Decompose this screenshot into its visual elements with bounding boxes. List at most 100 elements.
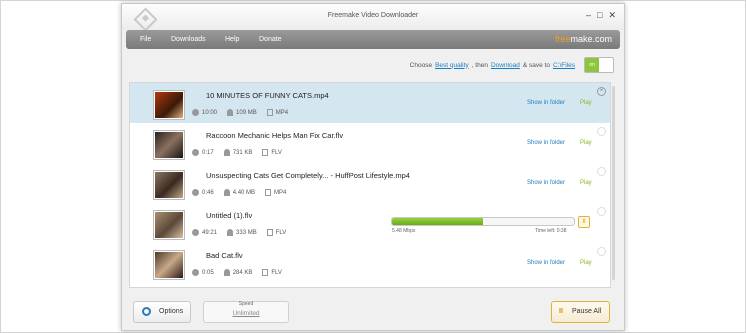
action-link[interactable]: Download (491, 62, 520, 69)
speed-value[interactable]: Unlimited (204, 310, 288, 317)
format-icon (265, 189, 272, 196)
maximize-button[interactable]: □ (597, 10, 602, 20)
pause-all-label: Pause All (572, 308, 602, 315)
minimize-button[interactable]: – (586, 10, 591, 20)
options-button[interactable]: Options (133, 301, 191, 323)
size-icon (227, 229, 234, 236)
file-meta: 0:46 4.40 MB MP4 (192, 189, 286, 196)
brand-link[interactable]: freemake.com (555, 30, 612, 49)
menu-file[interactable]: File (140, 30, 151, 49)
file-size: 731 KB (223, 149, 252, 156)
file-meta: 0:05 284 KB FLV (192, 269, 282, 276)
clock-icon (192, 189, 199, 196)
play-link[interactable]: Play (580, 100, 592, 106)
gear-icon (142, 307, 151, 316)
pause-icon[interactable]: II (578, 216, 590, 228)
clock-icon (192, 229, 199, 236)
quality-link[interactable]: Best quality (435, 62, 469, 69)
file-meta: 49:21 333 MB FLV (192, 229, 286, 236)
play-link[interactable]: Play (580, 180, 592, 186)
play-link[interactable]: Play (580, 260, 592, 266)
download-row[interactable]: Untitled (1).flv 49:21 333 MB FLV 5.48 M… (130, 203, 610, 244)
download-speed: 5.48 Mbps (392, 228, 416, 234)
window-title: Freemake Video Downloader (327, 12, 419, 19)
title-bar[interactable]: Freemake Video Downloader – □ ✕ (122, 4, 624, 32)
row-select-icon[interactable] (597, 207, 606, 216)
list-scrollbar[interactable] (610, 82, 618, 286)
duration: 0:05 (192, 269, 214, 276)
show-in-folder-link[interactable]: Show in folder (527, 180, 565, 186)
video-thumbnail (154, 131, 184, 159)
pause-all-icon: II (559, 308, 563, 315)
file-name: Bad Cat.flv (206, 251, 243, 260)
row-select-icon[interactable] (597, 127, 606, 136)
file-size: 109 MB (227, 109, 257, 116)
file-format: MP4 (266, 109, 288, 116)
size-icon (223, 189, 230, 196)
size-icon (223, 269, 230, 276)
file-format: FLV (262, 149, 282, 156)
duration: 49:21 (192, 229, 217, 236)
folder-link[interactable]: C:\Files (553, 62, 575, 69)
format-icon (266, 109, 273, 116)
menu-bar: File Downloads Help Donate freemake.com (126, 30, 620, 49)
clock-icon (192, 149, 199, 156)
video-thumbnail (154, 91, 184, 119)
format-icon (262, 269, 269, 276)
duration: 0:46 (192, 189, 214, 196)
speed-limit-box[interactable]: Speed Unlimited (203, 301, 289, 323)
duration: 10:00 (192, 109, 217, 116)
file-format: FLV (266, 229, 286, 236)
progress-fill (392, 218, 483, 225)
file-name: Untitled (1).flv (206, 211, 253, 220)
show-in-folder-link[interactable]: Show in folder (527, 140, 565, 146)
choose-label: Choose (409, 61, 433, 69)
file-format: MP4 (265, 189, 286, 196)
app-window: Freemake Video Downloader – □ ✕ File Dow… (121, 3, 625, 331)
file-meta: 10:00 109 MB MP4 (192, 109, 288, 116)
format-icon (262, 149, 269, 156)
toggle-on-label: on (585, 58, 599, 72)
menu-help[interactable]: Help (225, 30, 239, 49)
time-left: Time left: 0:38 (535, 228, 567, 234)
file-size: 4.40 MB (223, 189, 255, 196)
file-format: FLV (262, 269, 282, 276)
show-in-folder-link[interactable]: Show in folder (527, 100, 565, 106)
video-thumbnail (154, 251, 184, 279)
download-row[interactable]: Bad Cat.flv 0:05 284 KB FLV Show in fold… (130, 243, 610, 283)
download-row[interactable]: Unsuspecting Cats Get Completely... - Hu… (130, 163, 610, 204)
duration: 0:17 (192, 149, 214, 156)
video-thumbnail (154, 171, 184, 199)
download-row[interactable]: 10 MINUTES OF FUNNY CATS.mp4 10:00 109 M… (130, 83, 610, 124)
clock-icon (192, 109, 199, 116)
scrollbar-thumb[interactable] (612, 86, 615, 280)
show-in-folder-link[interactable]: Show in folder (527, 260, 565, 266)
video-thumbnail (154, 211, 184, 239)
menu-donate[interactable]: Donate (259, 30, 282, 49)
file-name: Raccoon Mechanic Helps Man Fix Car.flv (206, 131, 344, 140)
play-link[interactable]: Play (580, 140, 592, 146)
size-icon (227, 109, 234, 116)
bottom-toolbar: Options Speed Unlimited II Pause All (122, 297, 624, 330)
file-name: 10 MINUTES OF FUNNY CATS.mp4 (206, 91, 329, 100)
then-label: , then (471, 61, 488, 69)
close-button[interactable]: ✕ (608, 10, 616, 20)
download-row[interactable]: Raccoon Mechanic Helps Man Fix Car.flv 0… (130, 123, 610, 164)
file-meta: 0:17 731 KB FLV (192, 149, 282, 156)
row-select-icon[interactable] (597, 167, 606, 176)
window-controls: – □ ✕ (586, 10, 616, 20)
save-to-label: & save to (522, 61, 550, 69)
format-icon (266, 229, 273, 236)
remove-icon[interactable]: × (597, 87, 606, 96)
download-progress-bar (391, 217, 575, 226)
clock-icon (192, 269, 199, 276)
row-select-icon[interactable] (597, 247, 606, 256)
downloads-list: 10 MINUTES OF FUNNY CATS.mp4 10:00 109 M… (129, 82, 611, 288)
one-click-toggle[interactable]: on (584, 57, 614, 73)
file-size: 284 KB (223, 269, 252, 276)
size-icon (223, 149, 230, 156)
pause-all-button[interactable]: II Pause All (551, 301, 610, 323)
file-size: 333 MB (227, 229, 257, 236)
file-name: Unsuspecting Cats Get Completely... - Hu… (206, 171, 410, 180)
menu-downloads[interactable]: Downloads (171, 30, 206, 49)
